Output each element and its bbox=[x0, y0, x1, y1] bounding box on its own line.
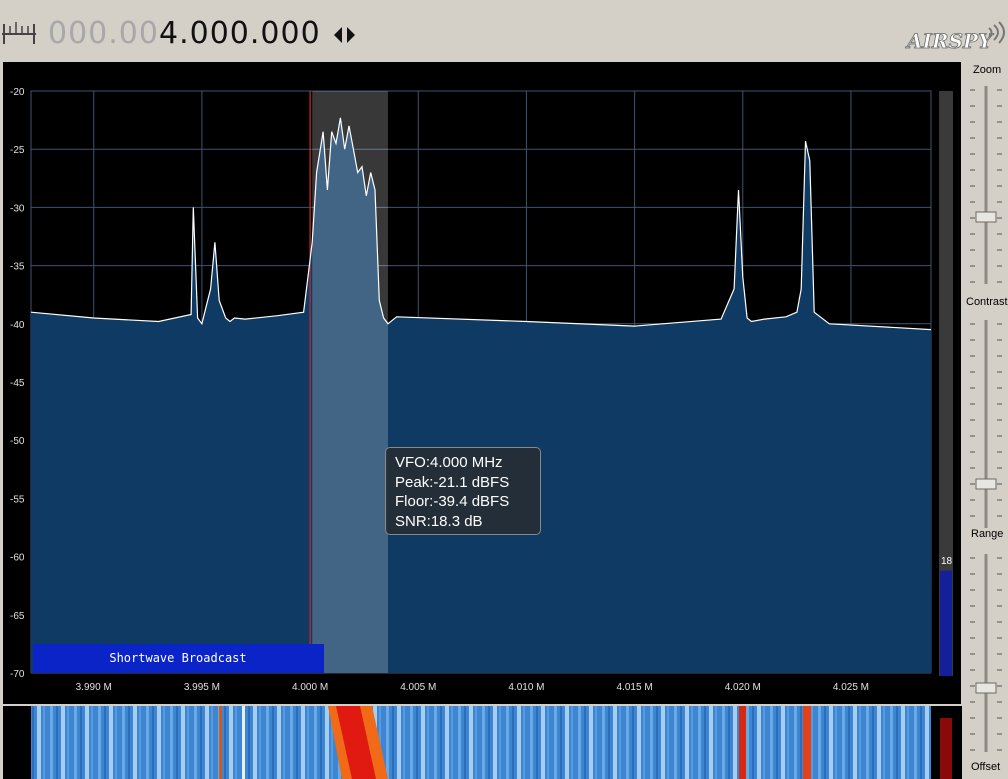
y-tick-label: -30 bbox=[10, 203, 25, 214]
signal-info-tooltip: VFO:4.000 MHz Peak:-21.1 dBFS Floor:-39.… bbox=[385, 447, 541, 535]
range-label: Range bbox=[971, 528, 1004, 540]
airspy-logo: AIRSPY bbox=[905, 20, 1005, 54]
tooltip-snr: SNR:18.3 dB bbox=[395, 512, 483, 530]
y-tick-label: -55 bbox=[10, 494, 25, 505]
step-left-icon[interactable] bbox=[332, 25, 344, 45]
y-tick-label: -20 bbox=[10, 87, 25, 98]
waterfall-meter bbox=[940, 718, 952, 779]
x-tick-label: 4.005 M bbox=[400, 682, 436, 693]
y-tick-label: -70 bbox=[10, 669, 25, 680]
level-meter-fill bbox=[940, 570, 952, 676]
step-right-icon[interactable] bbox=[345, 25, 357, 45]
y-tick-label: -45 bbox=[10, 378, 25, 389]
x-tick-label: 4.025 M bbox=[833, 682, 869, 693]
frequency-step-arrows bbox=[332, 25, 357, 45]
waterfall-carrier bbox=[803, 706, 811, 779]
waterfall-display[interactable] bbox=[0, 706, 962, 779]
range-slider-handle[interactable] bbox=[975, 682, 997, 694]
waterfall-carrier bbox=[219, 706, 222, 779]
zoom-slider-handle[interactable] bbox=[975, 211, 997, 223]
frequency-display[interactable]: 000.004.000.000 bbox=[48, 12, 321, 56]
x-tick-label: 3.990 M bbox=[76, 682, 112, 693]
x-tick-label: 3.995 M bbox=[184, 682, 220, 693]
y-tick-label: -50 bbox=[10, 436, 25, 447]
waterfall-carrier bbox=[739, 706, 746, 779]
x-tick-label: 4.000 M bbox=[292, 682, 328, 693]
level-meter-value: 18 bbox=[941, 556, 953, 567]
x-tick-label: 4.010 M bbox=[508, 682, 544, 693]
x-tick-label: 4.020 M bbox=[725, 682, 761, 693]
spectrum-plot[interactable]: -20 -25 -30 -35 -40 -45 -50 -55 -60 -65 -70 3.990 … bbox=[0, 62, 962, 704]
tooltip-floor: Floor:-39.4 dBFS bbox=[395, 493, 510, 510]
contrast-slider-handle[interactable] bbox=[975, 478, 997, 490]
contrast-label: Contrast bbox=[966, 296, 1008, 308]
x-tick-label: 4.015 M bbox=[617, 682, 653, 693]
y-tick-label: -35 bbox=[10, 262, 25, 273]
side-control-panel: Zoom Contrast Range Offset bbox=[962, 62, 1008, 779]
y-tick-label: -60 bbox=[10, 553, 25, 564]
frequency-active-digits[interactable]: 4.000.000 bbox=[159, 16, 321, 51]
tuning-ruler-icon[interactable] bbox=[2, 20, 36, 48]
top-toolbar: 000.004.000.000 AIRSPY bbox=[0, 0, 1008, 62]
zoom-label: Zoom bbox=[973, 64, 1002, 76]
y-tick-label: -40 bbox=[10, 320, 25, 331]
band-label-text: Shortwave Broadcast bbox=[109, 651, 246, 665]
waterfall-noise bbox=[31, 706, 931, 779]
offset-label: Offset bbox=[971, 761, 1001, 773]
frequency-leading-digits[interactable]: 000.00 bbox=[48, 16, 159, 51]
tooltip-peak: Peak:-21.1 dBFS bbox=[395, 473, 510, 491]
y-tick-label: -65 bbox=[10, 611, 25, 622]
filter-passband[interactable] bbox=[312, 91, 388, 673]
tooltip-vfo: VFO:4.000 MHz bbox=[395, 454, 503, 471]
airspy-logo-text: AIRSPY bbox=[905, 29, 994, 53]
waterfall-carrier bbox=[242, 706, 245, 779]
y-tick-label: -25 bbox=[10, 145, 25, 156]
